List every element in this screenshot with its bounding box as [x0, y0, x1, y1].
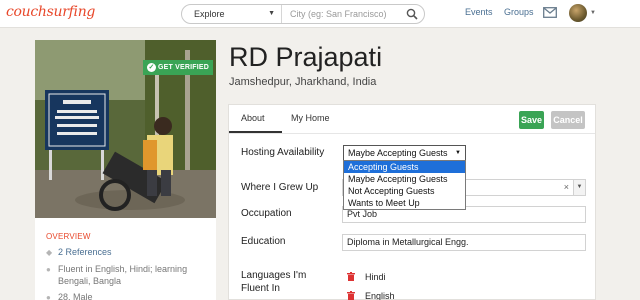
profile-name: RD Prajapati: [229, 42, 383, 72]
tab-about[interactable]: About: [241, 113, 265, 123]
hosting-label: Hosting Availability: [241, 147, 325, 158]
hosting-dropdown-list: Accepting Guests Maybe Accepting Guests …: [343, 160, 466, 210]
profile-location: Jamshedpur, Jharkhand, India: [229, 76, 377, 88]
languages-text-2: Bengali, Bangla: [58, 276, 122, 286]
top-bar: couchsurfing Explore ▼ City (eg: San Fra…: [0, 0, 640, 28]
explore-select[interactable]: Explore ▼: [186, 5, 282, 23]
search-bar: Explore ▼ City (eg: San Francisco): [181, 4, 425, 24]
save-button[interactable]: Save: [519, 111, 544, 129]
get-verified-label: GET VERIFIED: [158, 64, 210, 71]
explore-select-value: Explore: [194, 9, 225, 19]
hosting-option-maybe[interactable]: Maybe Accepting Guests: [344, 173, 465, 185]
languages-text-1: Fluent in English, Hindi; learning: [58, 264, 188, 274]
mail-icon[interactable]: [543, 7, 557, 18]
nav-groups[interactable]: Groups: [504, 7, 534, 17]
get-verified-badge[interactable]: ✓ GET VERIFIED: [143, 60, 213, 75]
chevron-down-icon: ▼: [268, 10, 275, 17]
hosting-option-meet-up[interactable]: Wants to Meet Up: [344, 197, 465, 209]
age-gender-text: 28, Male: [58, 292, 93, 300]
search-icon[interactable]: [406, 8, 418, 20]
logo[interactable]: couchsurfing: [6, 4, 95, 20]
check-icon: ✓: [147, 63, 156, 72]
languages-label-2: Fluent In: [241, 283, 280, 294]
hosting-availability-select[interactable]: Maybe Accepting Guests ▼: [343, 145, 466, 161]
trash-icon[interactable]: [347, 291, 355, 300]
cancel-button[interactable]: Cancel: [551, 111, 585, 129]
trash-icon[interactable]: [347, 272, 355, 281]
tabs-divider: [229, 133, 595, 134]
hosting-option-accepting[interactable]: Accepting Guests: [344, 161, 465, 173]
education-label: Education: [241, 236, 286, 247]
hosting-selected-value: Maybe Accepting Guests: [348, 148, 448, 158]
languages-label-1: Languages I'm: [241, 270, 307, 281]
education-field[interactable]: Diploma in Metallurgical Engg.: [342, 234, 586, 251]
language-name: English: [365, 291, 395, 300]
chevron-down-icon: ▼: [455, 150, 461, 156]
tab-my-home[interactable]: My Home: [291, 113, 330, 123]
nav-events[interactable]: Events: [465, 7, 493, 17]
chevron-down-icon[interactable]: ▼: [590, 10, 596, 16]
age-gender-row: ● 28, Male: [46, 291, 93, 300]
language-name: Hindi: [365, 272, 386, 282]
occupation-label: Occupation: [241, 208, 292, 219]
user-icon: ●: [46, 293, 51, 300]
hosting-option-not-accepting[interactable]: Not Accepting Guests: [344, 185, 465, 197]
references-link[interactable]: 2 References: [58, 247, 112, 257]
avatar[interactable]: [569, 4, 587, 22]
overview-card: OVERVIEW ◆ 2 References ● Fluent in Englis…: [35, 218, 216, 300]
references-icon: ◆: [46, 248, 53, 257]
languages-row-2: Bengali, Bangla: [46, 275, 121, 287]
grew-up-label: Where I Grew Up: [241, 182, 319, 193]
language-item: English: [347, 291, 395, 300]
overview-heading[interactable]: OVERVIEW: [46, 232, 91, 241]
language-item: Hindi: [347, 272, 386, 282]
references-row[interactable]: ◆ 2 References: [46, 246, 112, 259]
close-icon[interactable]: ×: [564, 180, 569, 195]
chevron-down-icon[interactable]: ▼: [573, 180, 585, 195]
city-search-input[interactable]: City (eg: San Francisco): [290, 5, 387, 23]
